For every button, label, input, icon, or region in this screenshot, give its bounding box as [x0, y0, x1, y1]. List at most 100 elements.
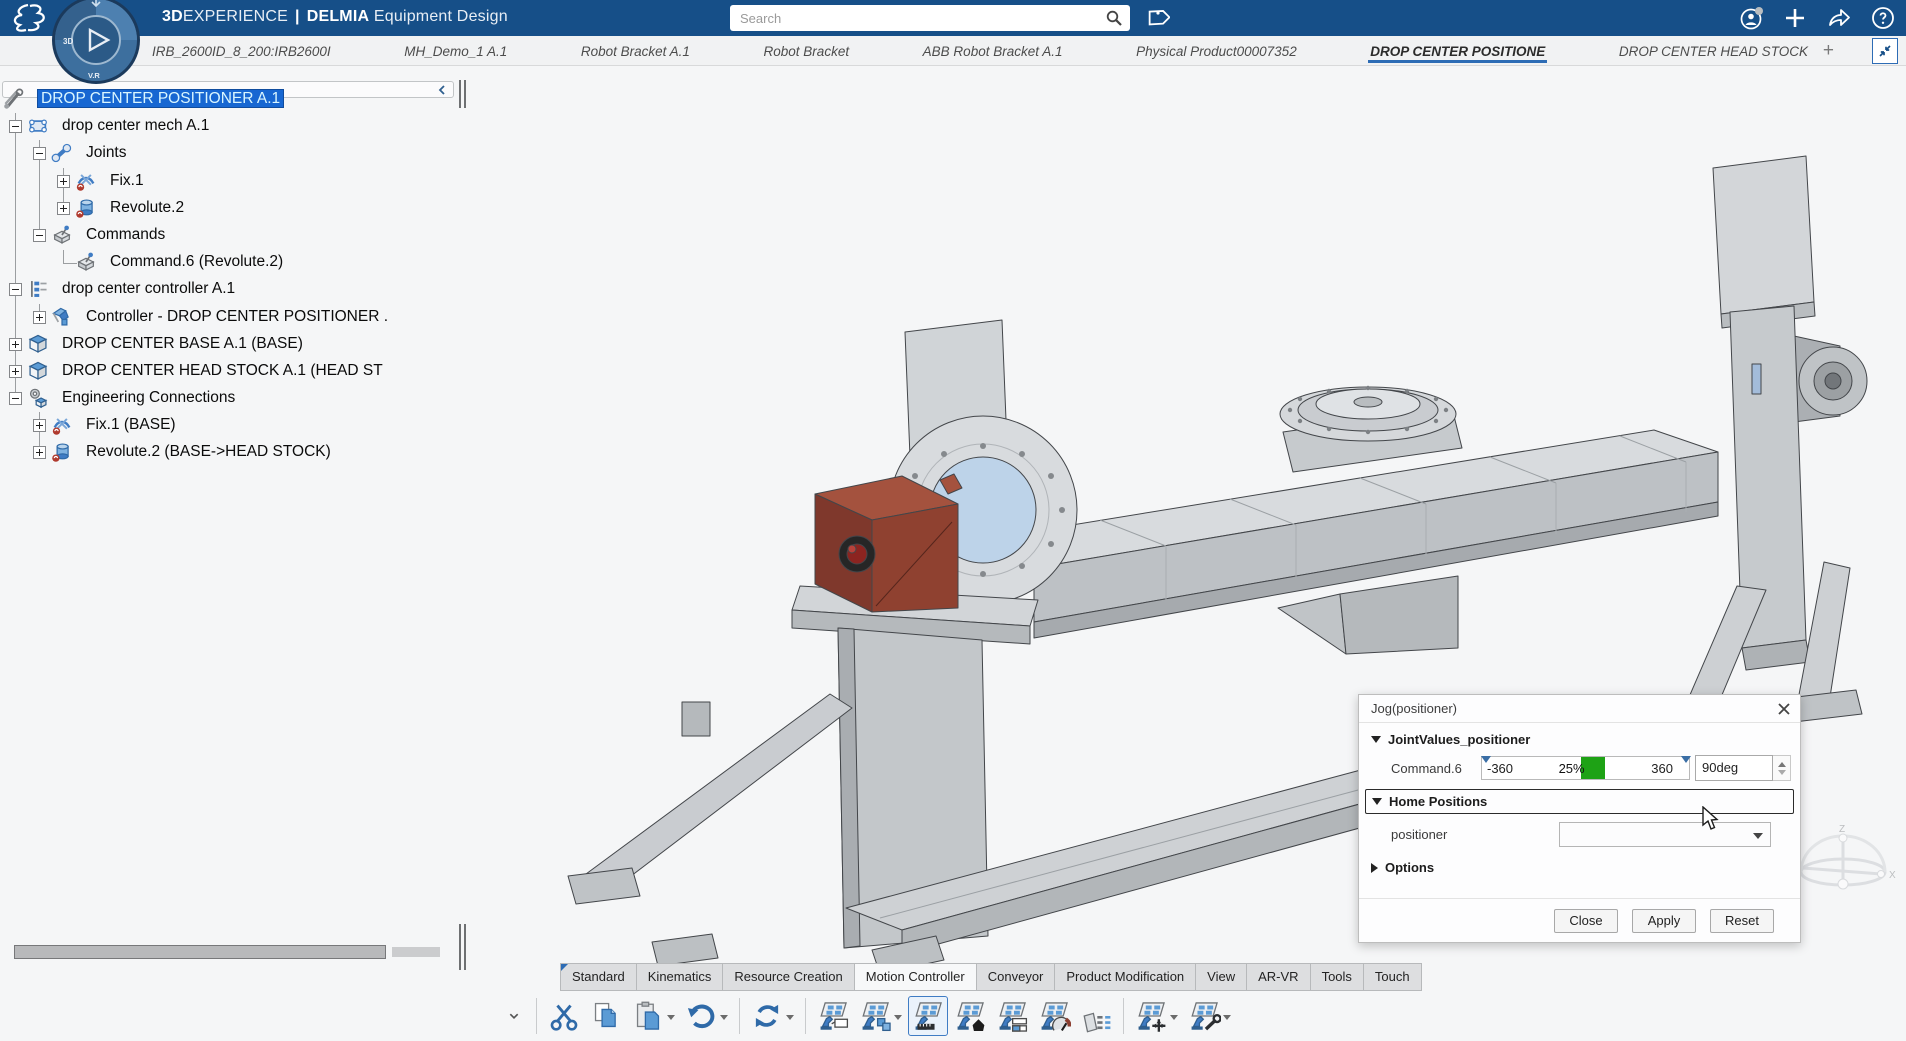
dropdown-arrow-icon[interactable]: [667, 1015, 675, 1020]
tree-item-label[interactable]: Commands: [86, 226, 165, 243]
update-button[interactable]: [747, 996, 798, 1036]
tree-item-label[interactable]: DROP CENTER POSITIONER A.1: [38, 90, 283, 107]
collapse-icon[interactable]: [33, 147, 46, 160]
workbench-tab[interactable]: Conveyor: [976, 963, 1055, 991]
document-tab[interactable]: Physical Product00007352: [1134, 39, 1299, 63]
new-tab-button[interactable]: +: [1823, 40, 1834, 62]
joint-slider[interactable]: -360 25% 360: [1481, 756, 1690, 780]
dropdown-arrow-icon[interactable]: [786, 1015, 794, 1020]
user-account-icon[interactable]: [1738, 5, 1764, 31]
tree-horizontal-scrollbar-thumb[interactable]: [392, 947, 440, 957]
3d-viewport[interactable]: Z X Y DROP CENTER POSITIONER A.1drop cen…: [0, 66, 1906, 1041]
expand-icon[interactable]: [33, 446, 46, 459]
home-positions-button[interactable]: [950, 996, 990, 1036]
inverse-kinematics-button[interactable]: [855, 996, 906, 1036]
workbench-tab[interactable]: Product Modification: [1054, 963, 1195, 991]
axis-mapping-icon: [1079, 999, 1113, 1033]
share-icon[interactable]: [1826, 5, 1852, 31]
expand-icon[interactable]: [9, 338, 22, 351]
tree-item-label[interactable]: Fix.1 (BASE): [86, 416, 176, 433]
workbench-tab[interactable]: Tools: [1310, 963, 1363, 991]
tag-icon[interactable]: [1142, 4, 1170, 32]
axis-mapping-button[interactable]: [1076, 996, 1116, 1036]
expand-icon[interactable]: [57, 175, 70, 188]
collapse-window-button[interactable]: [1872, 38, 1898, 64]
teach-icon: [816, 999, 850, 1033]
tree-item-label[interactable]: drop center mech A.1: [62, 117, 209, 134]
collapse-icon[interactable]: [9, 283, 22, 296]
home-positions-section-header[interactable]: Home Positions: [1366, 790, 1793, 813]
document-tab[interactable]: Robot Bracket A.1: [579, 39, 692, 63]
workbench-tab[interactable]: Touch: [1363, 963, 1422, 991]
tree-item-label[interactable]: Controller - DROP CENTER POSITIONER .: [86, 308, 388, 325]
commands-icon: [51, 224, 73, 246]
revolute-icon: [51, 441, 73, 463]
expand-icon[interactable]: [57, 202, 70, 215]
undo-button[interactable]: [681, 996, 732, 1036]
cut-button[interactable]: [544, 996, 584, 1036]
dropdown-arrow-icon[interactable]: [720, 1015, 728, 1020]
add-icon[interactable]: [1782, 5, 1808, 31]
panel-splitter-bottom[interactable]: [459, 924, 467, 970]
joint-values-section-header[interactable]: JointValues_positioner: [1359, 723, 1800, 751]
help-icon[interactable]: [1870, 5, 1896, 31]
device-setup-button[interactable]: [1184, 996, 1235, 1036]
toolbar-expand-button[interactable]: [499, 998, 529, 1034]
options-section-header[interactable]: Options: [1359, 851, 1800, 879]
dropdown-arrow-icon[interactable]: [894, 1015, 902, 1020]
tree-item-label[interactable]: Fix.1: [110, 172, 144, 189]
spinner-arrows[interactable]: [1773, 755, 1791, 781]
spin-up-icon[interactable]: [1778, 762, 1786, 767]
tree-horizontal-scrollbar[interactable]: [14, 945, 386, 959]
tree-item-label[interactable]: Joints: [86, 144, 127, 161]
speed-limits-button[interactable]: [1034, 996, 1074, 1036]
collapse-icon[interactable]: [9, 120, 22, 133]
3dexperience-compass[interactable]: 3D V.R: [50, 0, 142, 86]
workbench-tab[interactable]: View: [1195, 963, 1246, 991]
tree-item-label[interactable]: Revolute.2: [110, 199, 184, 216]
document-tab[interactable]: DROP CENTER POSITIONE: [1368, 39, 1547, 63]
collapse-icon[interactable]: [9, 392, 22, 405]
document-tab[interactable]: ABB Robot Bracket A.1: [921, 39, 1065, 63]
joint-value-field[interactable]: 90deg: [1695, 755, 1773, 781]
document-tab[interactable]: Robot Bracket: [762, 39, 852, 63]
document-tab[interactable]: DROP CENTER HEAD STOCK: [1617, 39, 1810, 63]
tree-item-label[interactable]: Revolute.2 (BASE->HEAD STOCK): [86, 443, 331, 460]
dropdown-arrow-icon[interactable]: [1170, 1015, 1178, 1020]
close-icon[interactable]: [1776, 701, 1792, 717]
brand-3d: 3D: [162, 8, 183, 25]
collapse-icon[interactable]: [33, 229, 46, 242]
search-icon[interactable]: [1106, 10, 1122, 26]
workbench-tab[interactable]: AR-VR: [1246, 963, 1309, 991]
paste-button[interactable]: [628, 996, 679, 1036]
close-button[interactable]: Close: [1554, 909, 1618, 933]
workbench-tab[interactable]: Motion Controller: [854, 963, 976, 991]
tree-item-label[interactable]: DROP CENTER HEAD STOCK A.1 (HEAD ST: [62, 362, 383, 379]
reset-button[interactable]: Reset: [1710, 909, 1774, 933]
workbench-tab[interactable]: Kinematics: [636, 963, 723, 991]
expand-icon[interactable]: [9, 365, 22, 378]
travel-limits-button[interactable]: [992, 996, 1032, 1036]
search-box[interactable]: [730, 5, 1130, 31]
jog-mechanism-button[interactable]: [908, 996, 948, 1036]
home-position-dropdown[interactable]: [1559, 822, 1771, 847]
search-input[interactable]: [730, 11, 1106, 26]
tree-item: Commands: [0, 222, 470, 249]
tree-item-label[interactable]: Command.6 (Revolute.2): [110, 253, 283, 270]
document-tab[interactable]: MH_Demo_1 A.1: [402, 39, 509, 63]
workbench-tab[interactable]: Standard: [560, 963, 636, 991]
tree-item-label[interactable]: drop center controller A.1: [62, 280, 235, 297]
expand-icon[interactable]: [33, 311, 46, 324]
copy-button[interactable]: [586, 996, 626, 1036]
expand-icon[interactable]: [33, 419, 46, 432]
tree-item-label[interactable]: Engineering Connections: [62, 389, 235, 406]
teach-button[interactable]: [813, 996, 853, 1036]
workbench-tab[interactable]: Resource Creation: [722, 963, 853, 991]
tree-item: Joints: [0, 140, 470, 167]
tree-item-label[interactable]: DROP CENTER BASE A.1 (BASE): [62, 335, 303, 352]
reach-button[interactable]: [1131, 996, 1182, 1036]
spin-down-icon[interactable]: [1778, 770, 1786, 775]
dropdown-arrow-icon[interactable]: [1223, 1015, 1231, 1020]
apply-button[interactable]: Apply: [1632, 909, 1696, 933]
document-tab[interactable]: IRB_2600ID_8_200:IRB2600I: [150, 39, 333, 63]
